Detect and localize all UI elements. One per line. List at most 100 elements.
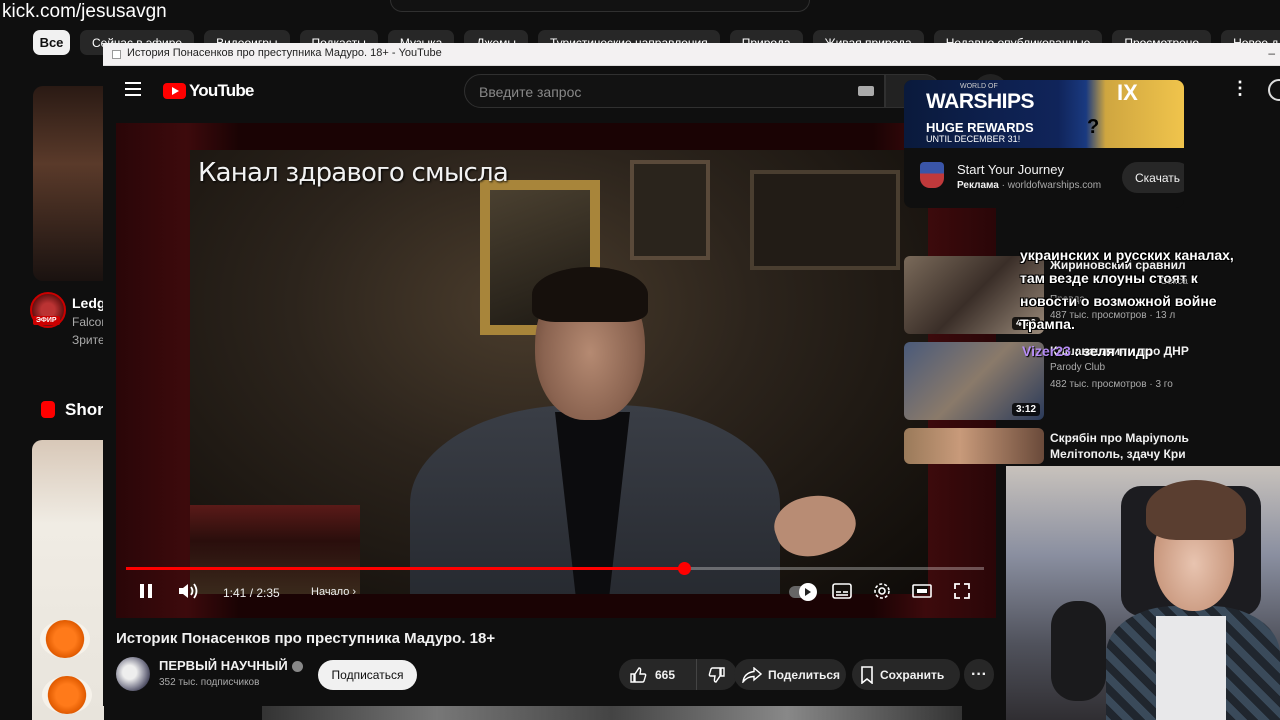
more-options-icon[interactable]: ⋮ [1231,78,1249,99]
video-thumbnail[interactable] [33,86,103,281]
painting [630,160,710,260]
video-title: Историк Понасенков про преступника Мадур… [116,630,496,647]
subtitles-button[interactable] [830,579,854,603]
settings-button[interactable] [870,579,894,603]
time-display: 1:41 / 2:35 [223,586,280,600]
ad-brand: WARSHIPS [926,90,1035,113]
viewer-count: Зрите [72,333,105,347]
caption-line: новости о возможной войне [1020,293,1217,309]
painting [750,170,900,270]
ad-meta: Реклама · worldofwarships.com [957,180,1102,191]
theater-mode-button[interactable] [910,579,934,603]
speaker-hair [532,267,648,322]
shorts-thumbnail[interactable] [32,440,104,720]
chevron-right-icon: › [349,586,357,598]
ad-card[interactable]: WORLD OF WARSHIPS HUGE REWARDS UNTIL DEC… [904,80,1184,208]
share-label: Поделиться [768,667,841,682]
fullscreen-icon [954,583,970,599]
subscribe-button[interactable]: Подписаться [318,660,417,690]
subtitles-icon [832,583,852,599]
streamer-shirt [1156,616,1226,720]
volume-icon [179,583,198,599]
ad-domain: worldofwarships.com [1007,180,1102,191]
ad-until: UNTIL DECEMBER 31! [926,134,1021,144]
save-button[interactable]: Сохранить [852,659,960,690]
stream-url-overlay: kick.com/jesusavgn [2,1,167,22]
stream-caption-overlay: украинских и русских каналах, там везде … [1020,244,1234,336]
thumbs-up-icon [630,666,647,683]
video-player[interactable]: Канал здравого смысла 1:41 / 2:35 Начало… [116,123,996,618]
ad-cta-button[interactable]: Скачать [1122,162,1184,193]
favicon-icon [112,50,121,59]
account-icon[interactable] [1268,79,1280,101]
verified-icon [291,661,303,673]
question-mark-icon: ? [1087,116,1100,138]
progress-scrubber[interactable] [677,562,691,575]
live-badge: ЭФИР [33,316,60,325]
video-title-line2[interactable]: Мелітополь, здачу Кри [1050,447,1186,461]
window-title: История Понасенков про преступника Мадур… [127,47,442,59]
chat-username: Vizer23 [1022,343,1071,359]
microphone [1051,601,1106,701]
ad-title[interactable]: Start Your Journey [957,162,1064,177]
video-thumbnail[interactable] [904,428,1044,464]
channel-name[interactable]: ПЕРВЫЙ НАУЧНЫЙ [159,658,288,673]
save-label: Сохранить [880,667,945,682]
ad-brand-small: WORLD OF [960,83,998,90]
video-title[interactable]: Скрябін про Маріуполь [1050,430,1189,446]
chat-text: : зеля пидр [1070,343,1154,359]
egg-yolk-image [42,676,92,714]
share-button[interactable]: Поделиться [734,659,846,690]
like-button[interactable]: 665 [619,659,697,690]
volume-button[interactable] [176,579,202,603]
video-caption-text: Канал здравого смысла [198,158,509,188]
ad-badge: IX [1117,80,1138,105]
search-placeholder: Введите запрос [479,84,582,100]
channel-name-row[interactable]: ПЕРВЫЙ НАУЧНЫЙ [159,658,303,673]
logo-text: YouTube [189,81,254,100]
youtube-logo[interactable]: YouTube [163,81,254,101]
window-titlebar[interactable]: История Понасенков про преступника Мадур… [103,43,1280,66]
thumbs-down-icon [708,666,725,683]
search-input[interactable]: Введите запрос [464,74,885,108]
fullscreen-button[interactable] [950,579,974,603]
minimize-icon[interactable]: – [1268,46,1275,60]
pause-icon [140,584,152,598]
video-duration: 3:12 [1011,403,1040,416]
bookmark-icon [861,665,873,684]
caption-line: Трампа. [1020,316,1075,332]
gear-icon [874,583,890,599]
streamer-hair [1146,480,1246,540]
shorts-icon [41,401,55,418]
channel-avatar[interactable] [116,657,150,691]
channel-name[interactable]: Parody Club [1050,362,1105,373]
like-dislike-group: 665 [619,659,737,690]
ad-headline: HUGE REWARDS [926,120,1034,135]
autoplay-toggle[interactable] [789,583,817,601]
chapter-button[interactable]: Начало › [311,586,356,598]
more-actions-button[interactable]: ··· [964,659,994,690]
recommended-video[interactable]: Скрябін про Маріуполь Мелітополь, здачу … [904,428,1204,464]
ad-banner-image[interactable]: WORLD OF WARSHIPS HUGE REWARDS UNTIL DEC… [904,80,1184,148]
video-thumbnail-row [262,706,962,720]
keyboard-icon[interactable] [858,86,874,96]
progress-fill [126,567,684,570]
speaker-hand [767,483,863,567]
progress-bar[interactable] [126,562,984,575]
ellipsis-icon: ··· [971,665,987,683]
youtube-play-icon [163,83,186,99]
ad-label: Реклама [957,180,999,191]
video-frame[interactable]: Канал здравого смысла [190,150,928,594]
play-icon [805,588,811,596]
menu-icon[interactable] [125,82,141,96]
caption-line: украинских и русских каналах, [1020,247,1234,263]
like-count: 665 [655,667,676,682]
pause-button[interactable] [134,579,158,603]
view-count: 482 тыс. просмотров · 3 го [1050,379,1173,390]
share-icon [742,666,762,683]
dislike-button[interactable] [697,666,737,684]
chip-all[interactable]: Все [33,30,70,55]
subscriber-count: 352 тыс. подписчиков [159,677,260,688]
background-search-bar[interactable] [390,0,810,12]
egg-yolk-image [40,620,90,658]
